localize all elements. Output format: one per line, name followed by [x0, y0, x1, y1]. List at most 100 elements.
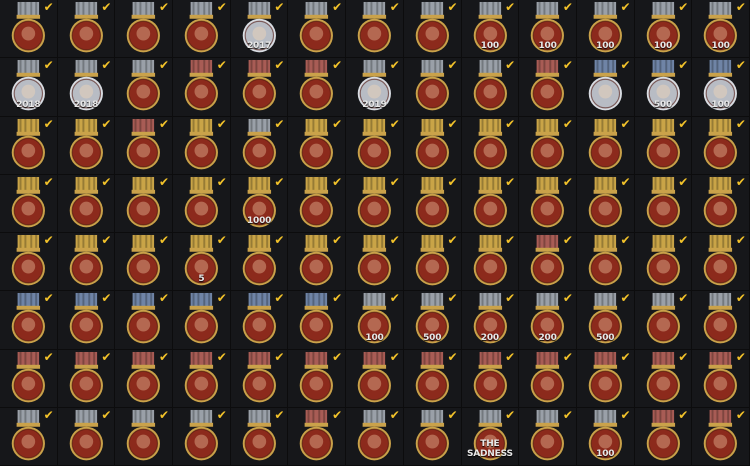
medal-tile[interactable]: ✔	[115, 116, 174, 175]
medal-tile[interactable]: ✔	[692, 233, 750, 292]
medal-tile[interactable]: ✔	[403, 407, 462, 466]
medal-tile[interactable]: ✔ 100	[461, 0, 520, 59]
medal-tile[interactable]: ✔	[230, 349, 289, 408]
medal-tile[interactable]: ✔	[692, 349, 750, 408]
medal-tile[interactable]: ✔ 1000	[230, 174, 289, 233]
medal-tile[interactable]: ✔	[288, 58, 347, 117]
medal-tile[interactable]: ✔ 500	[634, 58, 693, 117]
medal-tile[interactable]: ✔	[288, 291, 347, 350]
medal-tile[interactable]: ✔	[403, 116, 462, 175]
medal-tile[interactable]: ✔ 2018	[0, 58, 58, 117]
medal-tile[interactable]: ✔	[230, 291, 289, 350]
medal-tile[interactable]: ✔	[403, 174, 462, 233]
medal-tile[interactable]: ✔	[403, 349, 462, 408]
medal-tile[interactable]: ✔ 500	[403, 291, 462, 350]
medal-tile[interactable]: ✔ 200	[519, 291, 577, 350]
medal-tile[interactable]: ✔	[692, 291, 750, 350]
medal-tile[interactable]: ✔	[346, 407, 404, 466]
medal-tile[interactable]: ✔	[115, 349, 174, 408]
medal-tile[interactable]: ✔	[230, 407, 289, 466]
medal-tile[interactable]: ✔	[634, 407, 693, 466]
medal-tile[interactable]: ✔	[57, 349, 116, 408]
medal-tile[interactable]: ✔ 2019	[346, 58, 404, 117]
medal-tile[interactable]: ✔ 100	[634, 0, 693, 59]
medal-tile[interactable]: ✔ THE SADNESS	[461, 407, 520, 466]
medal-tile[interactable]: ✔	[461, 349, 520, 408]
medal-tile[interactable]: ✔	[115, 0, 174, 59]
medal-tile[interactable]: ✔	[173, 349, 231, 408]
medal-tile[interactable]: ✔	[634, 233, 693, 292]
medal-tile[interactable]: ✔	[576, 58, 635, 117]
medal-tile[interactable]: ✔	[288, 116, 347, 175]
medal-tile[interactable]: ✔	[634, 174, 693, 233]
medal-tile[interactable]: ✔	[403, 233, 462, 292]
medal-tile[interactable]: ✔	[230, 116, 289, 175]
medal-tile[interactable]: ✔	[576, 233, 635, 292]
medal-tile[interactable]: ✔	[634, 291, 693, 350]
medal-tile[interactable]: ✔	[115, 58, 174, 117]
medal-tile[interactable]: ✔	[576, 174, 635, 233]
medal-tile[interactable]: ✔ 2018	[57, 58, 116, 117]
medal-tile[interactable]: ✔	[115, 174, 174, 233]
medal-tile[interactable]: ✔	[346, 0, 404, 59]
medal-tile[interactable]: ✔	[173, 58, 231, 117]
medal-tile[interactable]: ✔	[173, 291, 231, 350]
medal-tile[interactable]: ✔ 500	[576, 291, 635, 350]
medal-tile[interactable]: ✔ 100	[692, 58, 750, 117]
medal-tile[interactable]: ✔	[519, 174, 577, 233]
medal-tile[interactable]: ✔	[346, 233, 404, 292]
medal-tile[interactable]: ✔	[288, 0, 347, 59]
medal-tile[interactable]: ✔	[57, 407, 116, 466]
medal-tile[interactable]: ✔	[403, 0, 462, 59]
medal-tile[interactable]: ✔	[230, 233, 289, 292]
medal-tile[interactable]: ✔	[288, 174, 347, 233]
medal-tile[interactable]: ✔	[115, 233, 174, 292]
medal-tile[interactable]: ✔	[346, 349, 404, 408]
medal-tile[interactable]: ✔	[519, 349, 577, 408]
medal-tile[interactable]: ✔	[288, 233, 347, 292]
medal-tile[interactable]: ✔ 100	[576, 0, 635, 59]
medal-tile[interactable]: ✔	[57, 174, 116, 233]
medal-tile[interactable]: ✔	[288, 349, 347, 408]
medal-tile[interactable]: ✔	[692, 174, 750, 233]
medal-tile[interactable]: ✔	[115, 407, 174, 466]
medal-tile[interactable]: ✔ 100	[519, 0, 577, 59]
medal-tile[interactable]: ✔	[173, 0, 231, 59]
medal-tile[interactable]: ✔	[634, 116, 693, 175]
medal-tile[interactable]: ✔	[0, 174, 58, 233]
medal-tile[interactable]: ✔	[519, 58, 577, 117]
medal-tile[interactable]: ✔	[576, 349, 635, 408]
medal-tile[interactable]: ✔	[692, 116, 750, 175]
medal-tile[interactable]: ✔	[519, 116, 577, 175]
medal-tile[interactable]: ✔	[519, 233, 577, 292]
medal-tile[interactable]: ✔	[173, 116, 231, 175]
medal-tile[interactable]: ✔ 5	[173, 233, 231, 292]
medal-tile[interactable]: ✔	[403, 58, 462, 117]
medal-tile[interactable]: ✔	[0, 349, 58, 408]
medal-tile[interactable]: ✔	[57, 116, 116, 175]
medal-tile[interactable]: ✔	[0, 116, 58, 175]
medal-tile[interactable]: ✔	[57, 291, 116, 350]
medal-tile[interactable]: ✔	[461, 233, 520, 292]
medal-tile[interactable]: ✔ 2017	[230, 0, 289, 59]
medal-tile[interactable]: ✔	[230, 58, 289, 117]
medal-tile[interactable]: ✔	[0, 233, 58, 292]
medal-tile[interactable]: ✔ 100	[346, 291, 404, 350]
medal-tile[interactable]: ✔	[173, 174, 231, 233]
medal-tile[interactable]: ✔	[461, 58, 520, 117]
medal-tile[interactable]: ✔ 100	[576, 407, 635, 466]
medal-tile[interactable]: ✔	[346, 116, 404, 175]
medal-tile[interactable]: ✔	[173, 407, 231, 466]
medal-tile[interactable]: ✔	[0, 0, 58, 59]
medal-tile[interactable]: ✔ 100	[692, 0, 750, 59]
medal-tile[interactable]: ✔	[0, 407, 58, 466]
medal-tile[interactable]: ✔	[115, 291, 174, 350]
medal-tile[interactable]: ✔	[0, 291, 58, 350]
medal-tile[interactable]: ✔	[346, 174, 404, 233]
medal-tile[interactable]: ✔	[519, 407, 577, 466]
medal-tile[interactable]: ✔	[461, 174, 520, 233]
medal-tile[interactable]: ✔	[576, 116, 635, 175]
medal-tile[interactable]: ✔	[57, 0, 116, 59]
medal-tile[interactable]: ✔	[634, 349, 693, 408]
medal-tile[interactable]: ✔	[461, 116, 520, 175]
